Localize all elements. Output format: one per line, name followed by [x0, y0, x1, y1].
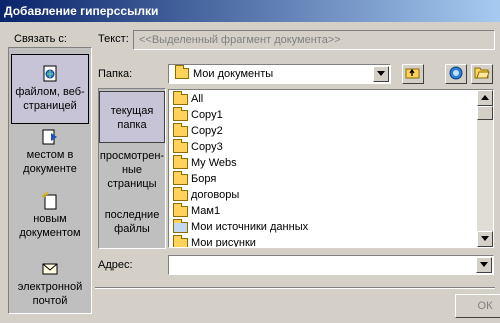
list-item[interactable]: Copy3	[171, 139, 223, 155]
folder-combo[interactable]: Мои документы	[168, 64, 391, 84]
up-one-level-button[interactable]	[402, 64, 424, 84]
window-title: Добавление гиперссылки	[4, 4, 159, 18]
link-to-label-new: новым документом	[19, 213, 81, 239]
data-sources-folder-icon	[173, 219, 188, 233]
address-dropdown-button[interactable]	[476, 257, 492, 273]
list-item-label: All	[191, 93, 204, 105]
file-list[interactable]: All Copy1 Copy2 Copy3 My Webs Боря догов…	[168, 89, 494, 248]
link-to-panel: файлом, веб-страницей местом в документе…	[8, 47, 92, 314]
folder-icon	[173, 139, 188, 153]
list-item[interactable]: Мам1	[171, 203, 220, 219]
vertical-scrollbar[interactable]	[477, 90, 493, 247]
browse-file-button[interactable]	[471, 64, 493, 84]
link-to-label-email: электронной почтой	[17, 281, 83, 307]
list-item-label: Copy3	[191, 141, 223, 153]
address-value	[169, 259, 173, 271]
list-item-label: Мои источники данных	[191, 221, 309, 233]
list-item-label: Боря	[191, 173, 217, 185]
list-item[interactable]: Copy2	[171, 123, 223, 139]
new-document-icon	[41, 192, 59, 210]
folder-icon	[173, 187, 188, 201]
web-search-icon	[449, 66, 463, 80]
open-folder-icon	[474, 67, 490, 79]
email-icon	[41, 260, 59, 278]
place-recent-files[interactable]: последние файлы	[99, 208, 165, 238]
folder-icon	[173, 91, 188, 105]
ok-button[interactable]: ОК	[455, 294, 500, 318]
link-to-place-in-document[interactable]: местом в документе	[11, 128, 89, 178]
link-to-new-document[interactable]: новым документом	[11, 192, 89, 242]
chevron-down-icon	[376, 71, 385, 76]
link-to-file-web-page[interactable]: файлом, веб-страницей	[11, 54, 89, 124]
place-current-folder[interactable]: текущая папка	[99, 91, 165, 143]
address-label: Адрес:	[98, 259, 133, 271]
text-label: Текст:	[98, 33, 129, 45]
place-label-browsed: просмотрен-ные страницы	[99, 150, 165, 190]
place-browsed-pages[interactable]: просмотрен-ные страницы	[99, 149, 165, 193]
scroll-down-button[interactable]	[477, 231, 493, 247]
list-item[interactable]: Мои рисунки	[171, 235, 256, 248]
scroll-thumb[interactable]	[477, 106, 493, 120]
folder-icon	[173, 235, 188, 247]
folder-icon	[173, 155, 188, 169]
address-combo[interactable]	[168, 255, 494, 275]
browse-web-button[interactable]	[445, 64, 467, 84]
folder-dropdown-button[interactable]	[373, 66, 389, 82]
folder-icon	[173, 107, 188, 121]
link-to-email[interactable]: электронной почтой	[11, 260, 89, 310]
list-item[interactable]: Мои источники данных	[171, 219, 308, 235]
list-item[interactable]: All	[171, 91, 203, 107]
open-folder-icon	[175, 65, 189, 79]
arrow-down-icon	[481, 236, 489, 241]
list-item[interactable]: Боря	[171, 171, 216, 187]
up-folder-icon	[405, 68, 420, 79]
scroll-up-button[interactable]	[477, 90, 493, 106]
file-web-page-icon	[41, 65, 59, 83]
place-label-recent: последние файлы	[104, 209, 160, 235]
list-item[interactable]: Copy1	[171, 107, 223, 123]
link-to-label-file: файлом, веб-страницей	[15, 86, 85, 112]
title-bar: Добавление гиперссылки	[0, 0, 500, 22]
chevron-down-icon	[479, 262, 488, 267]
folder-icon	[173, 203, 188, 217]
list-item[interactable]: договоры	[171, 187, 239, 203]
arrow-up-icon	[481, 95, 489, 100]
list-item-label: Copy2	[191, 125, 223, 137]
text-field[interactable]: <<Выделенный фрагмент документа>>	[133, 30, 495, 50]
folder-icon	[173, 123, 188, 137]
list-item-label: Мам1	[191, 205, 221, 217]
places-bar: текущая папка просмотрен-ные страницы по…	[98, 88, 166, 249]
folder-icon	[173, 171, 188, 185]
list-item[interactable]: My Webs	[171, 155, 237, 171]
link-to-label: Связать с:	[14, 33, 67, 45]
list-item-label: Copy1	[191, 109, 223, 121]
place-in-document-icon	[41, 128, 59, 146]
folder-value: Мои документы	[193, 68, 274, 80]
folder-label: Папка:	[98, 68, 133, 80]
divider	[95, 287, 495, 289]
list-item-label: My Webs	[191, 157, 237, 169]
list-item-label: Мои рисунки	[191, 237, 256, 248]
link-to-label-place: местом в документе	[23, 149, 77, 175]
list-item-label: договоры	[191, 189, 240, 201]
place-label-current: текущая папка	[110, 105, 154, 131]
